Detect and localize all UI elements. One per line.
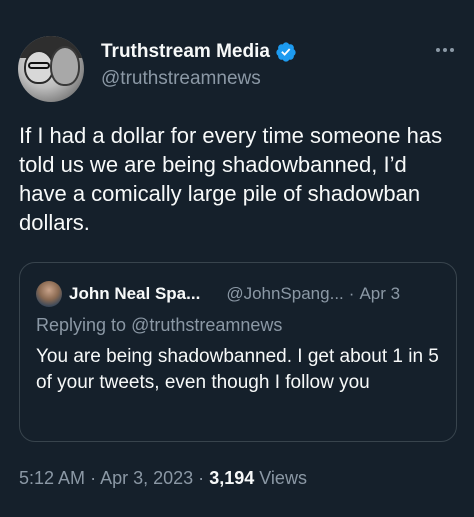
quoted-text: You are being shadowbanned. I get about … [36, 346, 439, 393]
more-options-icon[interactable] [434, 42, 456, 58]
avatar-glasses-shape [28, 62, 50, 69]
author-handle[interactable]: @truthstreamnews [101, 68, 261, 90]
avatar-face-right [50, 46, 80, 86]
author-name-row: Truthstream Media [101, 40, 297, 64]
meta-separator: · [90, 468, 97, 488]
quoted-header: John Neal Spa... @JohnSpang... · Apr 3 [36, 281, 400, 307]
author-display-name[interactable]: Truthstream Media [101, 41, 270, 63]
quoted-author-avatar[interactable] [36, 281, 62, 307]
quoted-replying-line: Replying to @truthstreamnews [36, 315, 282, 336]
quoted-separator: · [348, 284, 355, 303]
quoted-tweet[interactable]: John Neal Spa... @JohnSpang... · Apr 3 R… [19, 262, 457, 442]
tweet-meta: 5:12 AM · Apr 3, 2023 · 3,194 Views [19, 468, 307, 489]
replying-mention[interactable]: @truthstreamnews [131, 315, 282, 335]
views-count[interactable]: 3,194 [209, 468, 254, 488]
tweet-time[interactable]: 5:12 AM [19, 468, 85, 488]
tweet-date[interactable]: Apr 3, 2023 [100, 468, 193, 488]
verified-badge-icon[interactable] [275, 41, 297, 63]
author-avatar[interactable] [18, 36, 84, 102]
views-label[interactable]: Views [259, 468, 307, 488]
quoted-date[interactable]: Apr 3 [359, 284, 400, 304]
tweet-text: If I had a dollar for every time someone… [19, 123, 443, 235]
quoted-handle[interactable]: @JohnSpang... [226, 284, 343, 304]
quoted-display-name[interactable]: John Neal Spa... [69, 284, 200, 304]
replying-prefix: Replying to [36, 315, 127, 335]
meta-separator: · [198, 468, 205, 488]
tweet-card: Truthstream Media @truthstreamnews If I … [0, 0, 474, 517]
